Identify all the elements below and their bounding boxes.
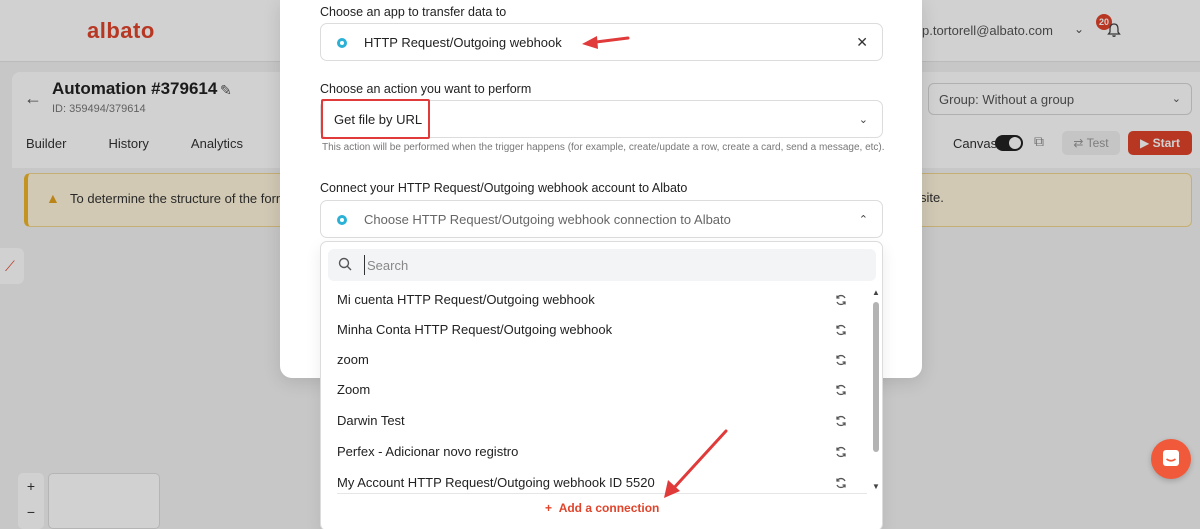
scroll-down-icon[interactable]: ▼ — [872, 482, 880, 491]
list-item[interactable]: zoom — [321, 345, 869, 375]
connection-name: zoom — [337, 352, 369, 367]
search-input[interactable] — [364, 255, 864, 275]
refresh-icon[interactable] — [834, 383, 848, 397]
list-item[interactable]: Darwin Test — [321, 406, 869, 436]
connection-dropdown: Mi cuenta HTTP Request/Outgoing webhook … — [320, 241, 883, 529]
list-item[interactable]: Perfex - Adicionar novo registro — [321, 437, 869, 467]
connection-name: Perfex - Adicionar novo registro — [337, 444, 519, 459]
refresh-icon[interactable] — [834, 476, 848, 490]
divider — [337, 493, 867, 494]
action-helper-text: This action will be performed when the t… — [322, 142, 885, 153]
connection-select-placeholder: Choose HTTP Request/Outgoing webhook con… — [364, 212, 731, 227]
search-icon — [338, 257, 352, 271]
action-field-label: Choose an action you want to perform — [320, 82, 532, 96]
list-item[interactable]: Minha Conta HTTP Request/Outgoing webhoo… — [321, 315, 869, 345]
connection-name: Darwin Test — [337, 413, 405, 428]
webhook-app-icon — [337, 38, 347, 48]
app-select-value: HTTP Request/Outgoing webhook — [364, 35, 562, 50]
connection-name: Minha Conta HTTP Request/Outgoing webhoo… — [337, 322, 613, 337]
scroll-up-icon[interactable]: ▲ — [872, 288, 880, 297]
chat-support-button[interactable] — [1151, 439, 1191, 479]
connection-name: Mi cuenta HTTP Request/Outgoing webhook — [337, 292, 595, 307]
refresh-icon[interactable] — [834, 323, 848, 337]
chevron-up-icon: ⌃ — [858, 214, 868, 226]
refresh-icon[interactable] — [834, 445, 848, 459]
connect-field-label: Connect your HTTP Request/Outgoing webho… — [320, 181, 688, 195]
refresh-icon[interactable] — [834, 353, 848, 367]
connection-name: My Account HTTP Request/Outgoing webhook… — [337, 475, 655, 490]
refresh-icon[interactable] — [834, 414, 848, 428]
scroll-thumb[interactable] — [873, 302, 879, 452]
add-connection-button[interactable]: + Add a connection — [545, 501, 659, 515]
highlight-box — [321, 99, 430, 139]
chevron-down-icon: ⌄ — [858, 114, 868, 126]
connection-select[interactable]: Choose HTTP Request/Outgoing webhook con… — [320, 200, 883, 238]
search-box — [328, 249, 876, 281]
plus-icon: + — [545, 501, 559, 515]
app-select[interactable]: HTTP Request/Outgoing webhook ✕ — [320, 23, 883, 61]
refresh-icon[interactable] — [834, 293, 848, 307]
app-field-label: Choose an app to transfer data to — [320, 5, 507, 19]
add-connection-label: Add a connection — [558, 501, 660, 515]
list-item[interactable]: Mi cuenta HTTP Request/Outgoing webhook — [321, 285, 869, 315]
close-icon[interactable]: ✕ — [856, 34, 868, 51]
chat-icon — [1163, 450, 1179, 466]
webhook-app-icon — [337, 215, 347, 225]
connection-name: Zoom — [337, 382, 371, 397]
scrollbar[interactable]: ▲ ▼ — [872, 288, 880, 494]
list-item[interactable]: Zoom — [321, 375, 869, 405]
